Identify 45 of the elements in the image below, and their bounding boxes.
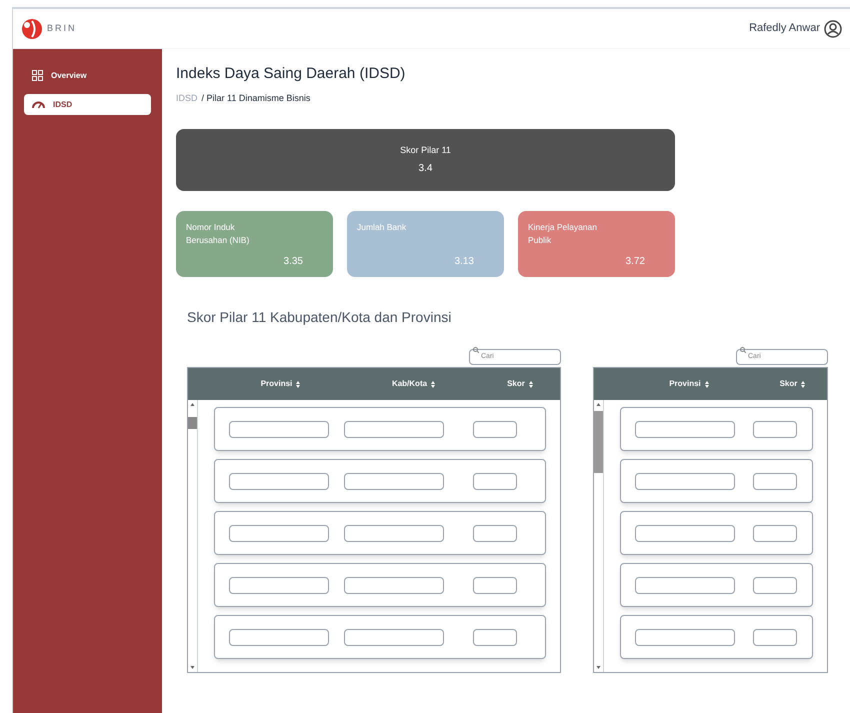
- cell-field: [752, 420, 797, 438]
- user-name[interactable]: Rafedly Anwar: [749, 20, 820, 37]
- user-icon[interactable]: [824, 20, 842, 38]
- sidebar-item[interactable]: IDSD: [24, 94, 151, 115]
- column-header[interactable]: Skor: [780, 378, 806, 390]
- breadcrumb-current: / Pilar 11 Dinamisme Bisnis: [202, 92, 310, 104]
- column-header[interactable]: Kab/Kota: [392, 378, 436, 390]
- search-icon: [473, 347, 479, 353]
- scrollbar[interactable]: [188, 400, 198, 672]
- card-label: Nomor Induk Berusahan (NIB): [186, 221, 250, 247]
- card-label: Jumlah Bank: [357, 221, 408, 234]
- scrollbar-thumb[interactable]: [188, 417, 197, 429]
- cell-field: [473, 576, 517, 594]
- logo-text: BRIN: [47, 22, 77, 35]
- card-value: 3.35: [284, 255, 303, 269]
- column-header[interactable]: Provinsi: [669, 378, 709, 390]
- column-header[interactable]: Skor: [507, 378, 533, 390]
- cell-field: [473, 472, 517, 490]
- logo-icon: [21, 18, 43, 40]
- card-value: 3.72: [626, 255, 645, 269]
- sort-icon[interactable]: [528, 380, 533, 388]
- cell-field: [473, 524, 517, 542]
- search-icon: [740, 347, 746, 353]
- sort-icon[interactable]: [431, 380, 436, 388]
- column-header[interactable]: Provinsi: [260, 378, 300, 390]
- page-title: Indeks Daya Saing Daerah (IDSD): [176, 64, 406, 84]
- scrollbar[interactable]: [594, 400, 604, 672]
- card-label: Kinerja Pelayanan Publik: [528, 221, 598, 247]
- gauge-icon: [32, 100, 45, 108]
- cell-field: [752, 576, 797, 594]
- grid-icon: [32, 70, 43, 81]
- cell-field: [752, 628, 797, 646]
- cell-field: [473, 420, 517, 438]
- card-label: Skor Pilar 11: [400, 144, 451, 157]
- section-title: Skor Pilar 11 Kabupaten/Kota dan Provinsi: [187, 308, 452, 327]
- card-value: 3.13: [454, 255, 474, 269]
- scrollbar-thumb[interactable]: [594, 411, 603, 473]
- cell-field: [473, 628, 517, 646]
- cell-field: [752, 524, 797, 542]
- sort-icon[interactable]: [704, 380, 709, 388]
- cell-field: [752, 472, 797, 490]
- sidebar-item[interactable]: Overview: [24, 65, 151, 86]
- sort-icon[interactable]: [296, 380, 300, 388]
- sort-icon[interactable]: [801, 380, 806, 388]
- card-value: 3.4: [418, 162, 432, 176]
